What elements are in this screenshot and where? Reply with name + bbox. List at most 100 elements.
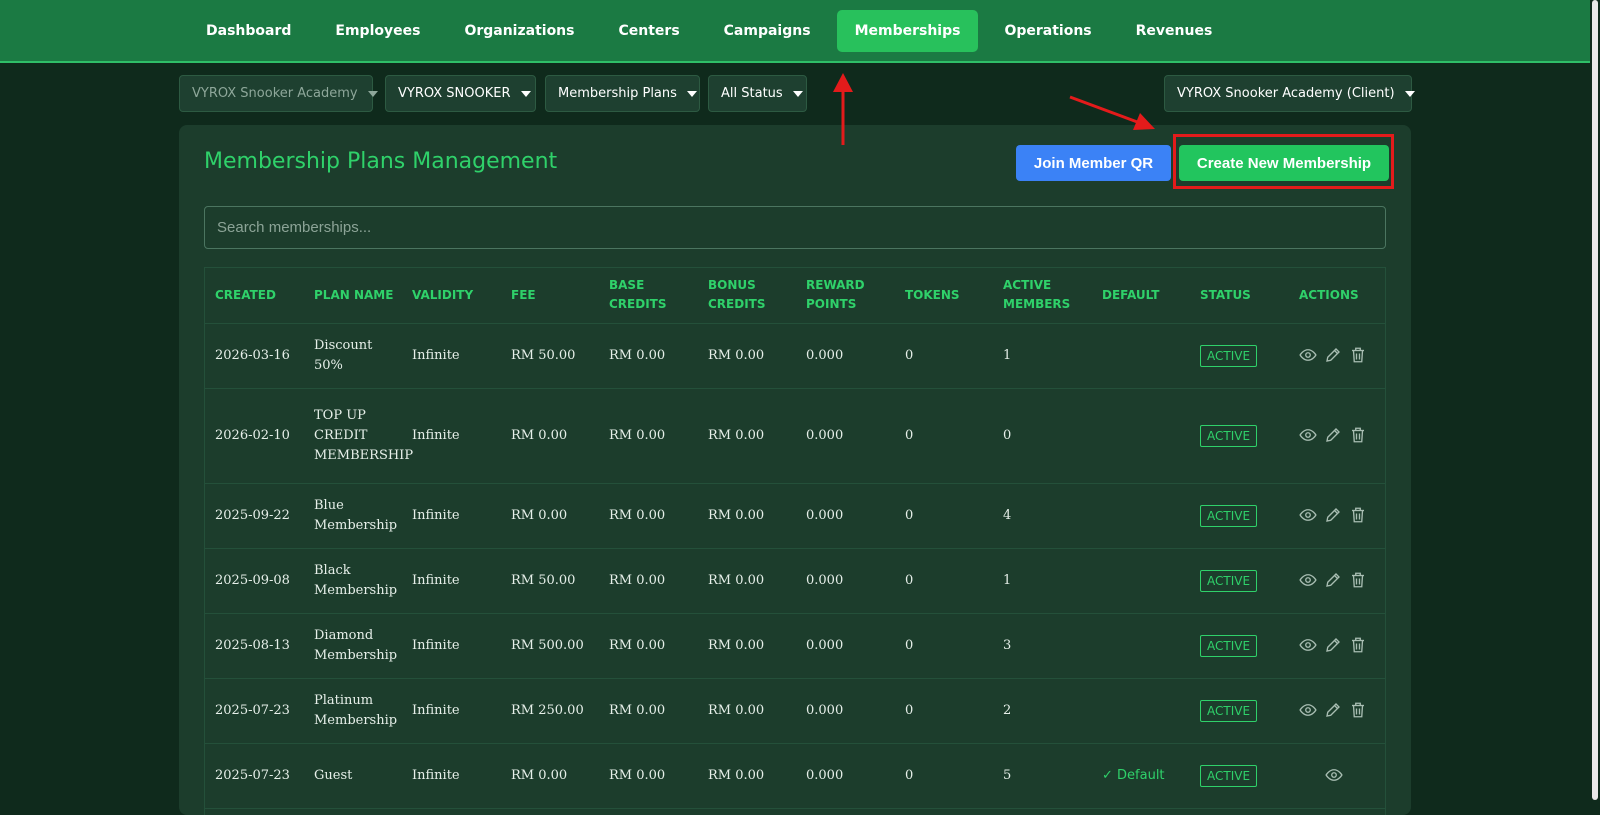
trash-icon[interactable] (1349, 506, 1371, 524)
status-badge: ACTIVE (1200, 699, 1258, 722)
eye-icon[interactable] (1299, 701, 1321, 719)
eye-icon[interactable] (1299, 506, 1321, 524)
cell-validity: Infinite (402, 743, 501, 809)
cell-bonus-credits: RM 0.00 (698, 323, 796, 389)
cell-active-members: 0 (993, 388, 1092, 484)
cell-validity: Infinite (402, 613, 501, 679)
eye-icon[interactable] (1299, 426, 1321, 444)
column-header-actions: ACTIONS (1289, 268, 1385, 324)
trash-icon[interactable] (1349, 426, 1371, 444)
nav-item-organizations[interactable]: Organizations (446, 10, 592, 52)
status-select-value: All Status (721, 86, 783, 101)
cell-default: ✓ Default (1092, 743, 1190, 809)
cell-actions (1289, 483, 1385, 549)
cell-reward-points: 0.000 (796, 613, 895, 679)
nav-item-memberships[interactable]: Memberships (836, 9, 979, 52)
cell-fee: RM 0.00 (501, 743, 599, 809)
cell-fee: RM 0.00 (501, 483, 599, 549)
client-select[interactable]: VYROX Snooker Academy (Client) (1164, 75, 1415, 112)
cell-base-credits: RM 0.00 (599, 388, 698, 484)
cell-base-credits: RM 0.00 (599, 483, 698, 549)
cell-tokens: 0 (895, 743, 993, 809)
cell-base-credits: RM 0.00 (599, 323, 698, 389)
cell-fee: RM 250.00 (501, 678, 599, 744)
caret-down-icon (520, 90, 531, 97)
column-header-status: STATUS (1190, 268, 1289, 324)
vertical-scrollbar[interactable] (1590, 0, 1600, 815)
table-row: 2026-02-10 TOP UP CREDIT MEMBERSHIP Infini… (205, 388, 1385, 484)
cell-bonus-credits: RM 0.00 (698, 678, 796, 744)
cell-reward-points: 0.000 (796, 548, 895, 614)
cell-active-members: 1 (993, 323, 1092, 389)
cell-default (1092, 483, 1190, 549)
center-select-value: VYROX SNOOKER (398, 86, 511, 101)
column-header-default: DEFAULT (1092, 268, 1190, 324)
cell-status: ACTIVE (1190, 743, 1289, 809)
cell-base-credits: RM 0.00 (599, 613, 698, 679)
cell-reward-points: 0.000 (796, 743, 895, 809)
column-header-reward-points: REWARD POINTS (796, 268, 895, 324)
nav-item-operations[interactable]: Operations (986, 10, 1109, 52)
organization-select-value: VYROX Snooker Academy (192, 86, 358, 101)
eye-icon[interactable] (1299, 636, 1321, 654)
status-badge: ACTIVE (1200, 764, 1258, 787)
scrollbar-thumb[interactable] (1592, 0, 1598, 800)
pencil-icon[interactable] (1324, 426, 1346, 444)
nav-item-centers[interactable]: Centers (600, 10, 697, 52)
cell-plan-name: TOP UP CREDIT MEMBERSHIP (304, 388, 413, 484)
caret-down-icon (1404, 90, 1415, 97)
cell-actions (1289, 743, 1385, 809)
cell-validity: Infinite (402, 548, 501, 614)
cell-created: 2025-07-23 (205, 678, 304, 744)
view-select[interactable]: Membership Plans (545, 75, 700, 112)
cell-default (1092, 613, 1190, 679)
client-select-value: VYROX Snooker Academy (Client) (1177, 86, 1395, 101)
pencil-icon[interactable] (1324, 701, 1346, 719)
table-row: 2025-07-23 Guest Infinite RM 0.00 RM 0.00 RM … (205, 743, 1385, 809)
cell-status: ACTIVE (1190, 388, 1289, 484)
column-header-active-members: ACTIVE MEMBERS (993, 268, 1092, 324)
pencil-icon[interactable] (1324, 506, 1346, 524)
status-select[interactable]: All Status (708, 75, 807, 112)
join-member-qr-button[interactable]: Join Member QR (1016, 145, 1171, 181)
cell-bonus-credits: RM 0.00 (698, 613, 796, 679)
center-select[interactable]: VYROX SNOOKER (385, 75, 536, 112)
pencil-icon[interactable] (1324, 346, 1346, 364)
nav-item-employees[interactable]: Employees (317, 10, 438, 52)
eye-icon[interactable] (1299, 346, 1321, 364)
nav-item-revenues[interactable]: Revenues (1118, 10, 1231, 52)
cell-active-members: 2 (993, 678, 1092, 744)
nav-item-dashboard[interactable]: Dashboard (188, 10, 309, 52)
table-row: 2025-08-13 Diamond Membership Infinite RM 5… (205, 613, 1385, 679)
cell-status: ACTIVE (1190, 678, 1289, 744)
table-row: 2025-09-08 Black Membership Infinite RM 50.… (205, 548, 1385, 614)
column-header-created: CREATED (205, 268, 304, 324)
table-row: 2025-07-23 Platinum Membership Infinite RM … (205, 678, 1385, 744)
cell-tokens: 0 (895, 613, 993, 679)
cell-validity: Infinite (402, 323, 501, 389)
cell-plan-name: Diamond Membership (304, 613, 402, 679)
trash-icon[interactable] (1349, 636, 1371, 654)
cell-validity: Infinite (402, 678, 501, 744)
status-badge: ACTIVE (1200, 504, 1258, 527)
table-row: 2026-03-16 Discount 50% Infinite RM 50.00 RM… (205, 323, 1385, 389)
table-body: 2026-03-16 Discount 50% Infinite RM 50.00 RM… (205, 323, 1385, 809)
trash-icon[interactable] (1349, 571, 1371, 589)
column-header-bonus-credits: BONUS CREDITS (698, 268, 796, 324)
default-indicator: ✓ Default (1102, 767, 1165, 783)
cell-tokens: 0 (895, 323, 993, 389)
status-badge: ACTIVE (1200, 569, 1258, 592)
eye-icon[interactable] (1325, 766, 1347, 784)
search-input[interactable] (204, 206, 1386, 249)
trash-icon[interactable] (1349, 701, 1371, 719)
nav-item-campaigns[interactable]: Campaigns (706, 10, 829, 52)
cell-fee: RM 500.00 (501, 613, 599, 679)
cell-bonus-credits: RM 0.00 (698, 483, 796, 549)
pencil-icon[interactable] (1324, 571, 1346, 589)
eye-icon[interactable] (1299, 571, 1321, 589)
trash-icon[interactable] (1349, 346, 1371, 364)
pencil-icon[interactable] (1324, 636, 1346, 654)
create-membership-button[interactable]: Create New Membership (1179, 145, 1389, 181)
cell-status: ACTIVE (1190, 483, 1289, 549)
cell-tokens: 0 (895, 548, 993, 614)
